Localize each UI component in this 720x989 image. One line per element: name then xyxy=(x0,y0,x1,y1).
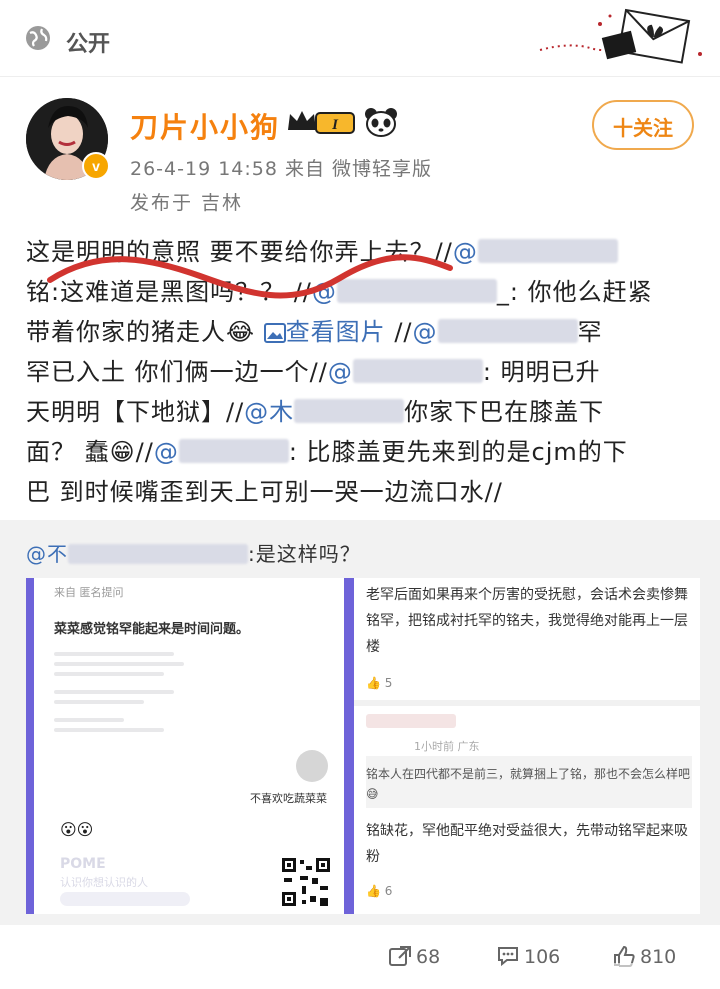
text-segment: 罕已入土 你们俩一边一个// xyxy=(26,358,328,386)
repost-button[interactable]: 68 xyxy=(388,945,440,968)
purple-border xyxy=(344,578,354,914)
mention-link[interactable]: @ xyxy=(312,278,497,306)
visibility-label[interactable]: 公开 xyxy=(66,26,110,58)
repost-icon xyxy=(389,946,411,966)
blurred-text-line xyxy=(54,672,164,676)
blurred-username xyxy=(366,714,456,728)
pome-logo-text: POME xyxy=(60,856,106,872)
mention-link[interactable]: @ xyxy=(154,438,289,466)
comment-text: 老罕后面如果再来个厉害的受抚慰，会话术会卖惨舞铭罕，把铭成衬托罕的铭夫，我觉得绝… xyxy=(366,587,688,655)
blurred-text-line xyxy=(54,700,144,704)
follow-button[interactable]: 十关注 xyxy=(592,100,694,150)
crown-level-badge-icon: I xyxy=(288,111,355,134)
text-segment: // xyxy=(385,318,413,346)
repost-count: 68 xyxy=(416,946,441,968)
comment-time: 1小时前 广东 xyxy=(414,740,480,753)
comment-likes: 👍 5 xyxy=(366,676,393,690)
blurred-text-line xyxy=(54,662,184,666)
mention-link[interactable]: @ xyxy=(453,238,618,266)
qa-question-title: 菜菜感觉铭罕能起来是时间问题。 xyxy=(54,622,250,637)
post-time-source: 26-4-19 14:58 来自 微博轻享版 xyxy=(130,158,433,180)
watermark-overlay xyxy=(524,963,714,985)
purple-border xyxy=(26,578,34,914)
image-icon xyxy=(263,323,286,343)
thumbs-up-icon: 👍 xyxy=(366,676,381,690)
post-body: 这是明明的意照 要不要给你弄上去？//@ 铭:这难道是黑图吗？？ //@ _: 你… xyxy=(26,232,702,512)
text-segment: _: 你他么赶紧 xyxy=(496,278,653,306)
qr-code-icon xyxy=(280,856,332,908)
retweet-text: :是这样吗？ xyxy=(248,542,361,566)
blurred-text-line xyxy=(54,690,174,694)
top-bar: 公开 xyxy=(0,0,720,77)
action-bar: 68 106 810 xyxy=(0,925,720,989)
text-segment: : 比膝盖更先来到的是cjm的下 xyxy=(288,438,628,466)
blurred-text-line xyxy=(54,728,164,732)
text-segment: 铭:这难道是黑图吗？？ // xyxy=(26,278,312,306)
comment-text: 铭缺花，罕他配平绝对受益很大，先带动铭罕起来吸粉 xyxy=(366,823,688,865)
decoration-envelope-icon xyxy=(539,8,702,64)
text-segment: 这是明明的意照 要不要给你弄上去？// xyxy=(26,238,453,266)
retweet-header: @不:是这样吗？ xyxy=(26,538,361,567)
retweet-image[interactable]: 来自 匿名提问 菜菜感觉铭罕能起来是时间问题。 不喜欢吃蔬菜菜 😮😮 POME … xyxy=(26,578,700,914)
retweet-author-link[interactable]: @不 xyxy=(26,542,248,566)
separator xyxy=(354,700,700,706)
view-image-link[interactable]: 查看图片 xyxy=(263,318,386,346)
mention-link[interactable]: @ xyxy=(328,358,483,386)
panda-icon xyxy=(365,108,397,137)
mention-link[interactable]: @ xyxy=(413,318,578,346)
text-segment: 面？ 蠢 xyxy=(26,438,110,466)
comments-screenshot-panel: 老罕后面如果再来个厉害的受抚慰，会话术会卖惨舞铭罕，把铭成衬托罕的铭夫，我觉得绝… xyxy=(354,578,700,914)
text-segment: 巴 到时候嘴歪到天上可别一哭一边流口水// xyxy=(26,478,503,506)
text-segment: 天明明【下地狱】// xyxy=(26,398,245,426)
blurred-text-line xyxy=(54,718,124,722)
level-badge-text: I xyxy=(331,117,339,133)
pome-pill xyxy=(60,892,190,906)
comment-icon xyxy=(498,947,518,967)
laughing-emoji-icon: 😂 xyxy=(226,318,256,346)
text-segment: 罕 xyxy=(577,318,603,346)
globe-icon xyxy=(26,26,50,50)
pome-slogan: 认识你想认识的人 xyxy=(60,876,148,889)
comment-likes: 👍 6 xyxy=(366,884,393,898)
text-segment: 你家下巴在膝盖下 xyxy=(404,398,605,426)
quoted-comment-text: 铭本人在四代都不是前三，就算捆上了铭，那也不会怎么样吧😅 xyxy=(366,767,691,801)
qa-emoji: 😮😮 xyxy=(60,820,94,839)
username[interactable]: 刀片小小狗 xyxy=(130,106,280,146)
mention-link[interactable]: @木 xyxy=(244,398,405,426)
thumbs-up-icon: 👍 xyxy=(366,884,381,898)
text-segment: : 明明已升 xyxy=(482,358,601,386)
qa-source: 来自 匿名提问 xyxy=(54,586,124,599)
qa-user-name: 不喜欢吃蔬菜菜 xyxy=(250,792,327,805)
verified-badge: v xyxy=(82,152,110,180)
qa-screenshot-panel: 来自 匿名提问 菜菜感觉铭罕能起来是时间问题。 不喜欢吃蔬菜菜 😮😮 POME … xyxy=(34,578,344,914)
text-segment: // xyxy=(135,438,154,466)
text-segment: 带着你家的猪走人 xyxy=(26,318,226,346)
blurred-text-line xyxy=(54,652,174,656)
qa-user-avatar xyxy=(296,750,328,782)
post-location: 发布于 吉林 xyxy=(130,192,244,214)
grinning-emoji-icon: 😁 xyxy=(109,438,136,466)
